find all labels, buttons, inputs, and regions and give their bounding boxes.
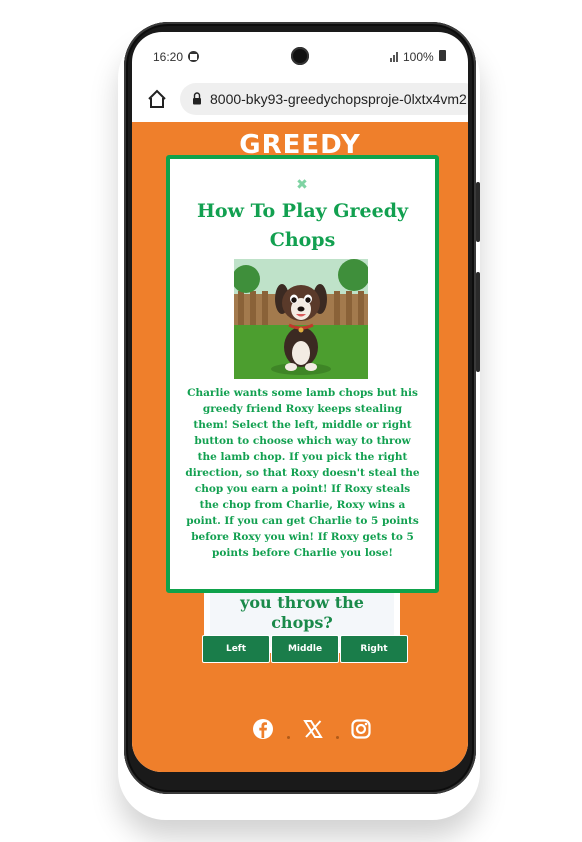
address-bar[interactable]: 8000-bky93-greedychopsproje-0lxtx4vm2 — [180, 83, 468, 115]
battery-percent: 100% — [403, 50, 434, 64]
modal-overlay: ✖ How To Play Greedy Chops Charlie wants… — [132, 122, 468, 772]
game-page: GREEDY you throw the chops? Left Middle … — [132, 122, 468, 772]
browser-toolbar: 8000-bky93-greedychopsproje-0lxtx4vm2 — [132, 78, 468, 122]
front-camera — [291, 47, 309, 65]
modal-title: How To Play Greedy Chops — [196, 200, 409, 251]
phone-screen: 16:20 100% 8000-bky93-greedychopsproje-0… — [132, 32, 468, 772]
lock-icon — [193, 92, 201, 105]
phone-side-button — [476, 182, 480, 242]
status-time: 16:20 — [153, 50, 184, 64]
how-to-play-modal: ✖ How To Play Greedy Chops Charlie wants… — [166, 155, 439, 593]
phone-volume-button — [476, 272, 480, 372]
home-icon[interactable] — [146, 88, 168, 110]
url-text: 8000-bky93-greedychopsproje-0lxtx4vm2 — [210, 91, 467, 107]
dog-image — [234, 259, 368, 379]
close-icon[interactable]: ✖ — [296, 178, 308, 192]
battery-icon — [439, 50, 446, 61]
status-bar: 16:20 100% — [132, 32, 468, 78]
signal-icon — [390, 50, 402, 62]
spotify-icon — [188, 51, 199, 62]
modal-instructions: Charlie wants some lamb chops but his gr… — [185, 387, 420, 559]
